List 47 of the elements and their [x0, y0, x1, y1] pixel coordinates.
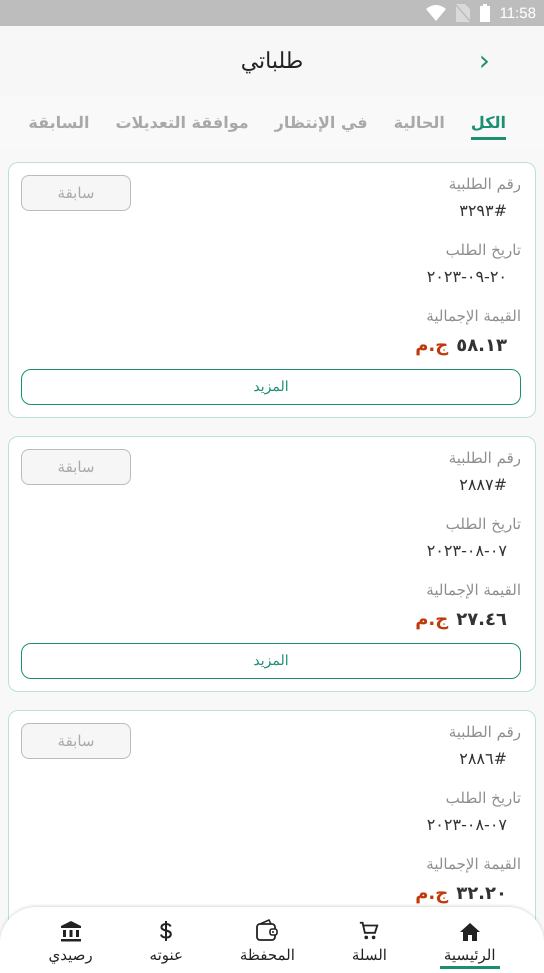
order-total: ٣٢.٢٠ — [456, 883, 507, 906]
currency-label: ج.م — [415, 335, 448, 358]
bank-icon — [60, 920, 82, 942]
order-total: ٥٨.١٣ — [456, 335, 507, 358]
field-label: رقم الطلبية — [448, 175, 521, 193]
status-badge: سابقة — [21, 449, 131, 485]
field-label: رقم الطلبية — [448, 449, 521, 467]
status-badge: سابقة — [21, 175, 131, 211]
cart-icon — [358, 920, 380, 942]
filter-tab[interactable]: السابقة — [28, 110, 90, 140]
more-button[interactable]: المزيد — [21, 369, 521, 405]
nav-item[interactable]: الرئيسية — [440, 909, 500, 969]
dollar-icon — [159, 920, 174, 942]
home-icon — [458, 922, 481, 942]
status-badge: سابقة — [21, 723, 131, 759]
field-label: القيمة الإجمالية — [426, 307, 521, 325]
order-date: ٢٠٢٣-٠٨-٠٧ — [426, 815, 507, 834]
filter-tab[interactable]: الحالية — [394, 110, 445, 140]
nav-item[interactable]: رصيدي — [44, 909, 97, 969]
nav-item[interactable]: المحفظة — [236, 909, 299, 969]
currency-label: ج.م — [415, 883, 448, 906]
order-total: ٢٧.٤٦ — [456, 609, 507, 632]
order-date: ٢٠٢٣-٠٩-٢٠ — [426, 267, 507, 286]
page-title: طلباتي — [240, 48, 304, 74]
filter-tab[interactable]: في الإنتظار — [274, 110, 368, 140]
order-number: #٢٨٨٧ — [459, 475, 507, 494]
wifi-icon — [426, 5, 446, 21]
filter-tab[interactable]: الكل — [470, 110, 506, 140]
currency-label: ج.م — [415, 609, 448, 632]
nav-item[interactable]: عنوته — [146, 909, 187, 969]
field-label: القيمة الإجمالية — [426, 855, 521, 873]
order-date: ٢٠٢٣-٠٨-٠٧ — [426, 541, 507, 560]
order-number: #٢٨٨٦ — [459, 749, 507, 768]
clock-time: 11:58 — [500, 4, 536, 22]
field-label: تاريخ الطلب — [446, 515, 521, 533]
field-label: رقم الطلبية — [448, 723, 521, 741]
field-label: القيمة الإجمالية — [426, 581, 521, 599]
field-label: تاريخ الطلب — [446, 789, 521, 807]
back-button[interactable]: › — [474, 44, 494, 77]
order-number: #٣٢٩٣ — [459, 201, 507, 220]
no-sim-icon — [456, 4, 470, 22]
filter-tab[interactable]: موافقة التعديلات — [115, 110, 249, 140]
nav-item[interactable]: السلة — [348, 909, 391, 969]
battery-icon — [480, 4, 490, 22]
field-label: تاريخ الطلب — [446, 241, 521, 259]
wallet-icon — [255, 918, 280, 942]
more-button[interactable]: المزيد — [21, 643, 521, 679]
